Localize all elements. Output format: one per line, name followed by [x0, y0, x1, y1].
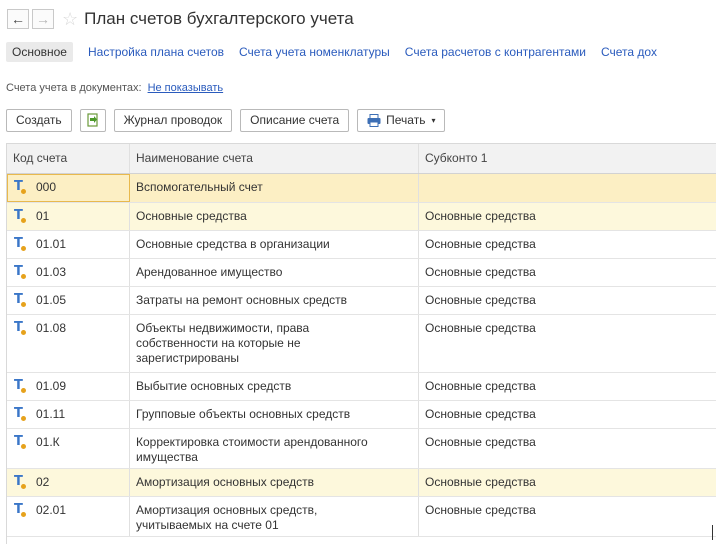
- account-code-cell[interactable]: T 01.09: [7, 373, 130, 400]
- subconto1-cell[interactable]: Основные средства: [419, 469, 716, 496]
- subconto1-cell[interactable]: Основные средства: [419, 373, 716, 400]
- account-name-cell[interactable]: Корректировка стоимости арендованного им…: [130, 429, 419, 468]
- table-row[interactable]: T 01.09 Выбытие основных средств Основные с…: [7, 373, 716, 401]
- printer-icon: [367, 113, 381, 127]
- account-code-cell[interactable]: T 01.05: [7, 287, 130, 314]
- table-row[interactable]: T 01.08 Объекты недвижимости, права собств…: [7, 315, 716, 373]
- tab-chart-settings[interactable]: Настройка плана счетов: [88, 45, 224, 59]
- document-accounts-line: Счета учета в документах: Не показывать: [6, 82, 223, 94]
- table-body: T 000 Вспомогательный счет T 01 Основные сред…: [7, 174, 716, 537]
- toolbar: Создать Журнал проводок Описание счета П…: [6, 108, 446, 132]
- table-row[interactable]: T 01.К Корректировка стоимости арендованно…: [7, 429, 716, 469]
- subconto1-cell[interactable]: Основные средства: [419, 401, 716, 428]
- account-code-cell[interactable]: T 02: [7, 469, 130, 496]
- account-code: 02.01: [36, 503, 67, 517]
- subconto1-cell[interactable]: Основные средства: [419, 203, 716, 230]
- accounts-table: Код счета Наименование счета Субконто 1 …: [6, 143, 716, 544]
- account-type-icon: T: [13, 474, 29, 490]
- subconto1-cell[interactable]: Основные средства: [419, 497, 716, 536]
- account-code: 02: [36, 475, 50, 489]
- account-type-icon: T: [13, 236, 29, 252]
- page-title: План счетов бухгалтерского учета: [84, 9, 354, 28]
- subconto1-cell[interactable]: [419, 174, 716, 202]
- account-type-icon: T: [13, 502, 29, 518]
- account-type-icon: T: [13, 406, 29, 422]
- account-name-cell[interactable]: Амортизация основных средств, учитываемы…: [130, 497, 419, 536]
- subconto1-cell[interactable]: Основные средства: [419, 429, 716, 468]
- tab-item-accounts[interactable]: Счета учета номенклатуры: [239, 45, 390, 59]
- account-name-cell[interactable]: Объекты недвижимости, права собственност…: [130, 315, 419, 372]
- subconto1-cell[interactable]: Основные средства: [419, 315, 716, 372]
- account-type-icon: T: [13, 264, 29, 280]
- account-code-cell[interactable]: T 01.08: [7, 315, 130, 372]
- table-row[interactable]: T 01 Основные средства Основные средства: [7, 203, 716, 231]
- account-name-cell[interactable]: Затраты на ремонт основных средств: [130, 287, 419, 314]
- text-cursor: [712, 525, 713, 540]
- document-copy-icon: [87, 112, 98, 127]
- table-row[interactable]: T 01.01 Основные средства в организации Осн…: [7, 231, 716, 259]
- column-header-name[interactable]: Наименование счета: [130, 144, 419, 173]
- tab-bar: Основное Настройка плана счетов Счета уч…: [6, 41, 657, 63]
- account-code: 01: [36, 209, 50, 223]
- arrow-right-icon: →: [36, 11, 50, 27]
- account-type-icon: T: [13, 179, 29, 195]
- tab-income-accounts[interactable]: Счета дох: [601, 45, 657, 59]
- tab-counterparty-accounts[interactable]: Счета расчетов с контрагентами: [405, 45, 586, 59]
- account-code-cell[interactable]: T 000: [7, 174, 130, 202]
- account-name-cell[interactable]: Основные средства в организации: [130, 231, 419, 258]
- column-header-subconto1[interactable]: Субконто 1: [419, 144, 716, 173]
- account-name-cell[interactable]: Вспомогательный счет: [130, 174, 419, 202]
- document-accounts-label: Счета учета в документах:: [6, 82, 142, 94]
- account-type-icon: T: [13, 434, 29, 450]
- account-code: 01.05: [36, 293, 67, 307]
- print-button[interactable]: Печать ▾: [357, 108, 446, 132]
- subconto1-cell[interactable]: Основные средства: [419, 259, 716, 286]
- title-bar: ← → ☆ План счетов бухгалтерского учета: [7, 7, 354, 31]
- account-name-cell[interactable]: Амортизация основных средств: [130, 469, 419, 496]
- account-code: 01.К: [36, 435, 60, 449]
- account-type-icon: T: [13, 292, 29, 308]
- account-type-icon: T: [13, 378, 29, 394]
- account-type-icon: T: [13, 208, 29, 224]
- tab-main[interactable]: Основное: [6, 42, 73, 62]
- back-button[interactable]: ←: [7, 9, 29, 29]
- print-label: Печать: [386, 113, 426, 127]
- account-code-cell[interactable]: T 01.03: [7, 259, 130, 286]
- account-name-cell[interactable]: Основные средства: [130, 203, 419, 230]
- account-code: 01.01: [36, 237, 67, 251]
- account-name-cell[interactable]: Групповые объекты основных средств: [130, 401, 419, 428]
- account-code: 000: [36, 180, 57, 194]
- journal-button[interactable]: Журнал проводок: [113, 108, 233, 132]
- table-row[interactable]: T 01.11 Групповые объекты основных средств…: [7, 401, 716, 429]
- hide-accounts-link[interactable]: Не показывать: [148, 82, 224, 94]
- account-type-icon: T: [13, 320, 29, 336]
- account-code: 01.09: [36, 379, 67, 393]
- account-code-cell[interactable]: T 01: [7, 203, 130, 230]
- account-code-cell[interactable]: T 02.01: [7, 497, 130, 536]
- table-row[interactable]: T 02 Амортизация основных средств Основные …: [7, 469, 716, 497]
- arrow-left-icon: ←: [11, 11, 25, 27]
- create-button[interactable]: Создать: [6, 108, 72, 132]
- subconto1-cell[interactable]: Основные средства: [419, 231, 716, 258]
- table-row[interactable]: T 02.01 Амортизация основных средств, учит…: [7, 497, 716, 537]
- copy-button[interactable]: [79, 108, 106, 132]
- chevron-down-icon: ▾: [431, 115, 436, 125]
- account-name-cell[interactable]: Выбытие основных средств: [130, 373, 419, 400]
- table-row[interactable]: T 000 Вспомогательный счет: [7, 174, 716, 203]
- favorite-star-icon[interactable]: ☆: [62, 9, 78, 30]
- account-code-cell[interactable]: T 01.11: [7, 401, 130, 428]
- table-header: Код счета Наименование счета Субконто 1: [7, 144, 716, 174]
- account-code: 01.03: [36, 265, 67, 279]
- account-code: 01.11: [36, 407, 66, 421]
- account-name-cell[interactable]: Арендованное имущество: [130, 259, 419, 286]
- account-code: 01.08: [36, 321, 67, 335]
- column-header-code[interactable]: Код счета: [7, 144, 130, 173]
- forward-button[interactable]: →: [32, 9, 54, 29]
- account-code-cell[interactable]: T 01.01: [7, 231, 130, 258]
- account-description-button[interactable]: Описание счета: [240, 108, 350, 132]
- table-row[interactable]: T 01.05 Затраты на ремонт основных средств…: [7, 287, 716, 315]
- subconto1-cell[interactable]: Основные средства: [419, 287, 716, 314]
- table-row[interactable]: T 01.03 Арендованное имущество Основные сре…: [7, 259, 716, 287]
- account-code-cell[interactable]: T 01.К: [7, 429, 130, 468]
